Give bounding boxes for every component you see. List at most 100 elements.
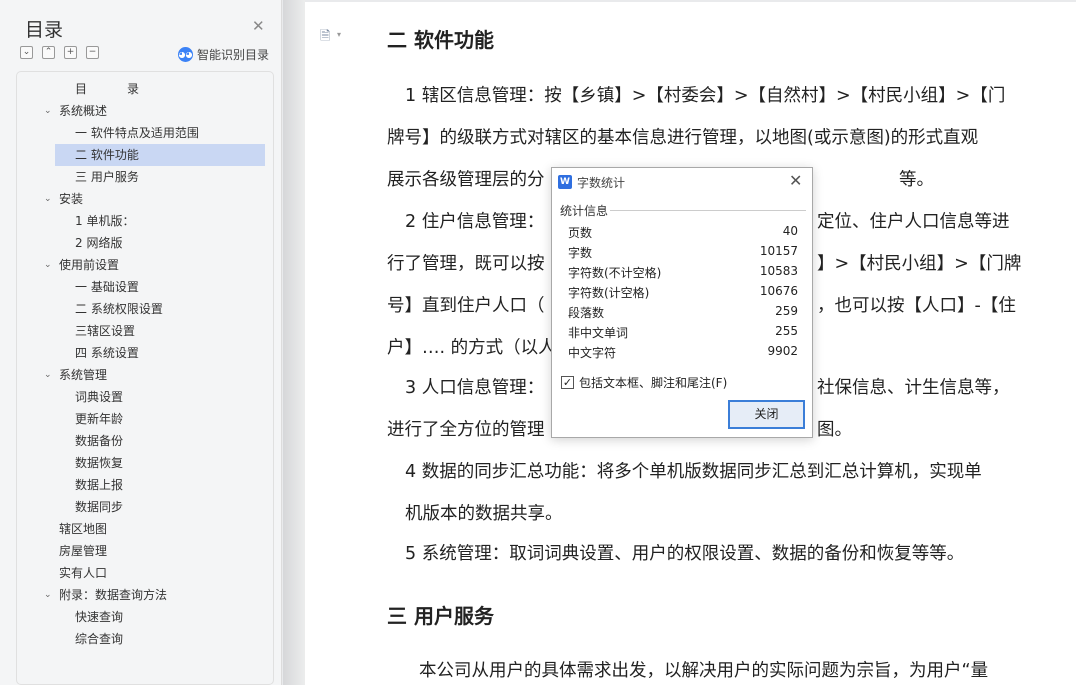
toc-item-label: 更新年龄 (75, 412, 124, 426)
toc-close-icon[interactable]: ✕ (252, 17, 265, 35)
document-icon[interactable]: 🗎 (320, 27, 330, 49)
toc-item[interactable]: 二 软件功能 (55, 144, 265, 166)
toc-item-label: 综合查询 (75, 632, 124, 646)
toc-item[interactable]: 一 基础设置 (17, 276, 273, 298)
toc-item-label: 二 系统权限设置 (75, 302, 163, 316)
toc-item[interactable]: 词典设置 (17, 386, 273, 408)
toc-item[interactable]: ⌄ 使用前设置 (17, 254, 273, 276)
smart-robot-icon: ◕◕ (178, 47, 193, 62)
toc-item-label: 实有人口 (59, 566, 108, 580)
toc-item[interactable]: 快速查询 (17, 606, 273, 628)
dialog-titlebar[interactable]: W 字数统计 ✕ (552, 168, 812, 196)
stat-label: 段落数 (568, 306, 605, 320)
toc-item-label: 安装 (59, 192, 84, 206)
text-line: 本公司从用户的具体需求出发，以解决用户的实际问题为宗旨，为用户“量 (419, 661, 989, 681)
stat-label: 字符数(不计空格) (568, 266, 662, 280)
toc-toolbar: ⌄ ⌃ + − (20, 46, 99, 59)
toc-item[interactable]: 2 网络版 (17, 232, 273, 254)
stat-value: 10676 (759, 284, 798, 298)
toc-item-label: 快速查询 (75, 610, 124, 624)
smart-recognize-label: 智能识别目录 (197, 48, 270, 62)
collapse-all-button[interactable]: ⌄ (20, 46, 33, 59)
text-line: 4 数据的同步汇总功能：将多个单机版数据同步汇总到汇总计算机，实现单 (405, 462, 982, 482)
toc-item-label: 数据备份 (75, 434, 124, 448)
chevron-down-icon[interactable]: ▾ (337, 30, 341, 39)
dialog-close-icon[interactable]: ✕ (789, 171, 802, 190)
toc-item-label: 系统概述 (59, 104, 108, 118)
smart-recognize-toc-button[interactable]: ◕◕ 智能识别目录 (178, 46, 269, 63)
toc-item-label: 1 单机版： (75, 214, 135, 228)
chevron-down-icon[interactable]: ⌄ (44, 584, 52, 606)
toc-item-label: 附录：数据查询方法 (59, 588, 168, 602)
toc-item[interactable]: 三辖区设置 (17, 320, 273, 342)
stat-label: 字数 (568, 246, 593, 260)
toc-item[interactable]: 目录 (17, 78, 273, 100)
toc-title: 目录 (25, 19, 64, 41)
toc-item-label: 房屋管理 (59, 544, 108, 558)
chevron-down-icon[interactable]: ⌄ (44, 364, 52, 386)
stat-row: 字符数(不计空格) 10583 (568, 264, 798, 284)
toc-item-label: 词典设置 (75, 390, 124, 404)
toc-item-label: 数据上报 (75, 478, 124, 492)
expand-all-button[interactable]: ⌃ (42, 46, 55, 59)
heading-user-service: 三 用户服务 (387, 604, 494, 628)
paragraph-4: 4 数据的同步汇总功能：将多个单机版数据同步汇总到汇总计算机，实现单 机版本的数… (387, 451, 1019, 535)
stat-value: 9902 (767, 344, 798, 358)
toc-item[interactable]: 数据上报 (17, 474, 273, 496)
toc-item[interactable]: 更新年龄 (17, 408, 273, 430)
chevron-down-icon[interactable]: ⌄ (44, 100, 52, 122)
toc-item[interactable]: 综合查询 (17, 628, 273, 650)
close-button[interactable]: 关闭 (728, 400, 805, 429)
toc-item[interactable]: 1 单机版： (17, 210, 273, 232)
wps-logo-icon: W (558, 175, 572, 189)
stat-row: 字符数(计空格) 10676 (568, 284, 798, 304)
stat-row: 字数 10157 (568, 244, 798, 264)
dialog-title: 字数统计 (577, 176, 626, 190)
doc-gutter (283, 0, 305, 685)
include-textbox-checkbox[interactable]: ✓ 包括文本框、脚注和尾注(F) (561, 374, 727, 391)
toc-item-label: 2 网络版 (75, 236, 123, 250)
paragraph-5: 5 系统管理：取词词典设置、用户的权限设置、数据的备份和恢复等等。 (387, 533, 1019, 575)
toc-item[interactable]: 房屋管理 (17, 540, 273, 562)
toc-item[interactable]: ⌄ 系统管理 (17, 364, 273, 386)
stat-row: 页数 40 (568, 224, 798, 244)
word-count-dialog: W 字数统计 ✕ 统计信息 页数 40 字数 10157 字符数(不计空格) 10583 字… (551, 167, 813, 438)
toc-item-label: 三辖区设置 (75, 324, 136, 338)
stat-value: 40 (782, 224, 798, 238)
toc-item[interactable]: 数据同步 (17, 496, 273, 518)
stat-value: 259 (775, 304, 798, 318)
stat-value: 255 (775, 324, 798, 338)
promote-level-button[interactable]: + (64, 46, 77, 59)
stat-label: 字符数(计空格) (568, 286, 650, 300)
stat-label: 中文字符 (568, 346, 617, 360)
chevron-down-icon[interactable]: ⌄ (44, 254, 52, 276)
stat-value: 10583 (759, 264, 798, 278)
heading-software-functions: 二 软件功能 (387, 28, 494, 52)
toc-item[interactable]: 一 软件特点及适用范围 (17, 122, 273, 144)
toc-item[interactable]: 三 用户服务 (17, 166, 273, 188)
toc-item[interactable]: 数据恢复 (17, 452, 273, 474)
toc-item-label: 二 软件功能 (75, 148, 139, 162)
toc-item[interactable]: 数据备份 (17, 430, 273, 452)
toc-item[interactable]: 四 系统设置 (17, 342, 273, 364)
toc-item-label: 三 用户服务 (75, 170, 139, 184)
text-line: 1 辖区信息管理：按【乡镇】>【村委会】>【自然村】>【村民小组】>【门 (405, 86, 1006, 106)
toc-item[interactable]: ⌄ 系统概述 (17, 100, 273, 122)
section-divider (610, 210, 806, 211)
paragraph-6: 本公司从用户的具体需求出发，以解决用户的实际问题为宗旨，为用户“量 (387, 650, 1019, 685)
toc-item[interactable]: ⌄ 安装 (17, 188, 273, 210)
toc-item[interactable]: ⌄ 附录：数据查询方法 (17, 584, 273, 606)
toc-item-label: 四 系统设置 (75, 346, 139, 360)
toc-item-label: 一 软件特点及适用范围 (75, 126, 199, 140)
toc-item[interactable]: 辖区地图 (17, 518, 273, 540)
stats-section-label: 统计信息 (560, 204, 609, 218)
toc-item[interactable]: 二 系统权限设置 (17, 298, 273, 320)
toc-list: 目录 ⌄ 系统概述一 软件特点及适用范围二 软件功能三 用户服务 ⌄ 安装 1 单机版： 2… (16, 71, 274, 685)
checkbox-label: 包括文本框、脚注和尾注(F) (579, 376, 728, 390)
checkbox-box[interactable]: ✓ (561, 376, 574, 389)
chevron-down-icon[interactable]: ⌄ (44, 188, 52, 210)
toc-item-label: 使用前设置 (59, 258, 120, 272)
toc-item-label: 录 (127, 82, 140, 96)
demote-level-button[interactable]: − (86, 46, 99, 59)
toc-item[interactable]: 实有人口 (17, 562, 273, 584)
